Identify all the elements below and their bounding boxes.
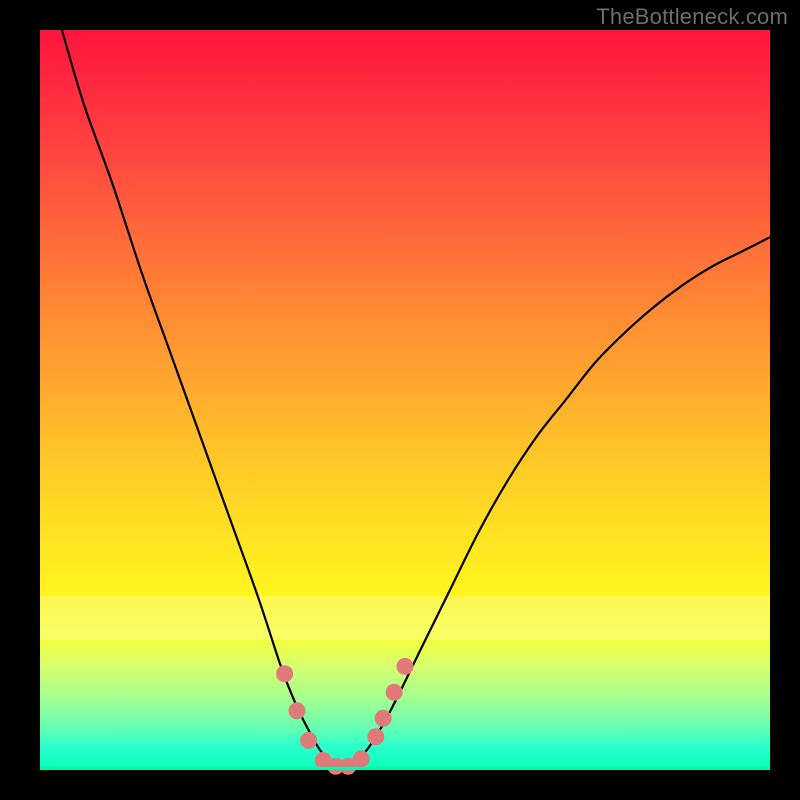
curve-marker: [368, 729, 384, 745]
chart-frame: TheBottleneck.com: [0, 0, 800, 800]
baseline: [40, 767, 770, 770]
bottleneck-curve-svg: [40, 30, 770, 770]
bottleneck-curve: [62, 30, 770, 768]
curve-marker: [397, 658, 413, 674]
curve-marker: [277, 666, 293, 682]
watermark-text: TheBottleneck.com: [596, 4, 788, 30]
curve-marker: [375, 710, 391, 726]
plot-area: [40, 30, 770, 770]
curve-marker: [386, 684, 402, 700]
curve-marker: [353, 751, 369, 767]
curve-markers: [277, 658, 413, 774]
curve-marker: [301, 732, 317, 748]
curve-marker: [289, 703, 305, 719]
